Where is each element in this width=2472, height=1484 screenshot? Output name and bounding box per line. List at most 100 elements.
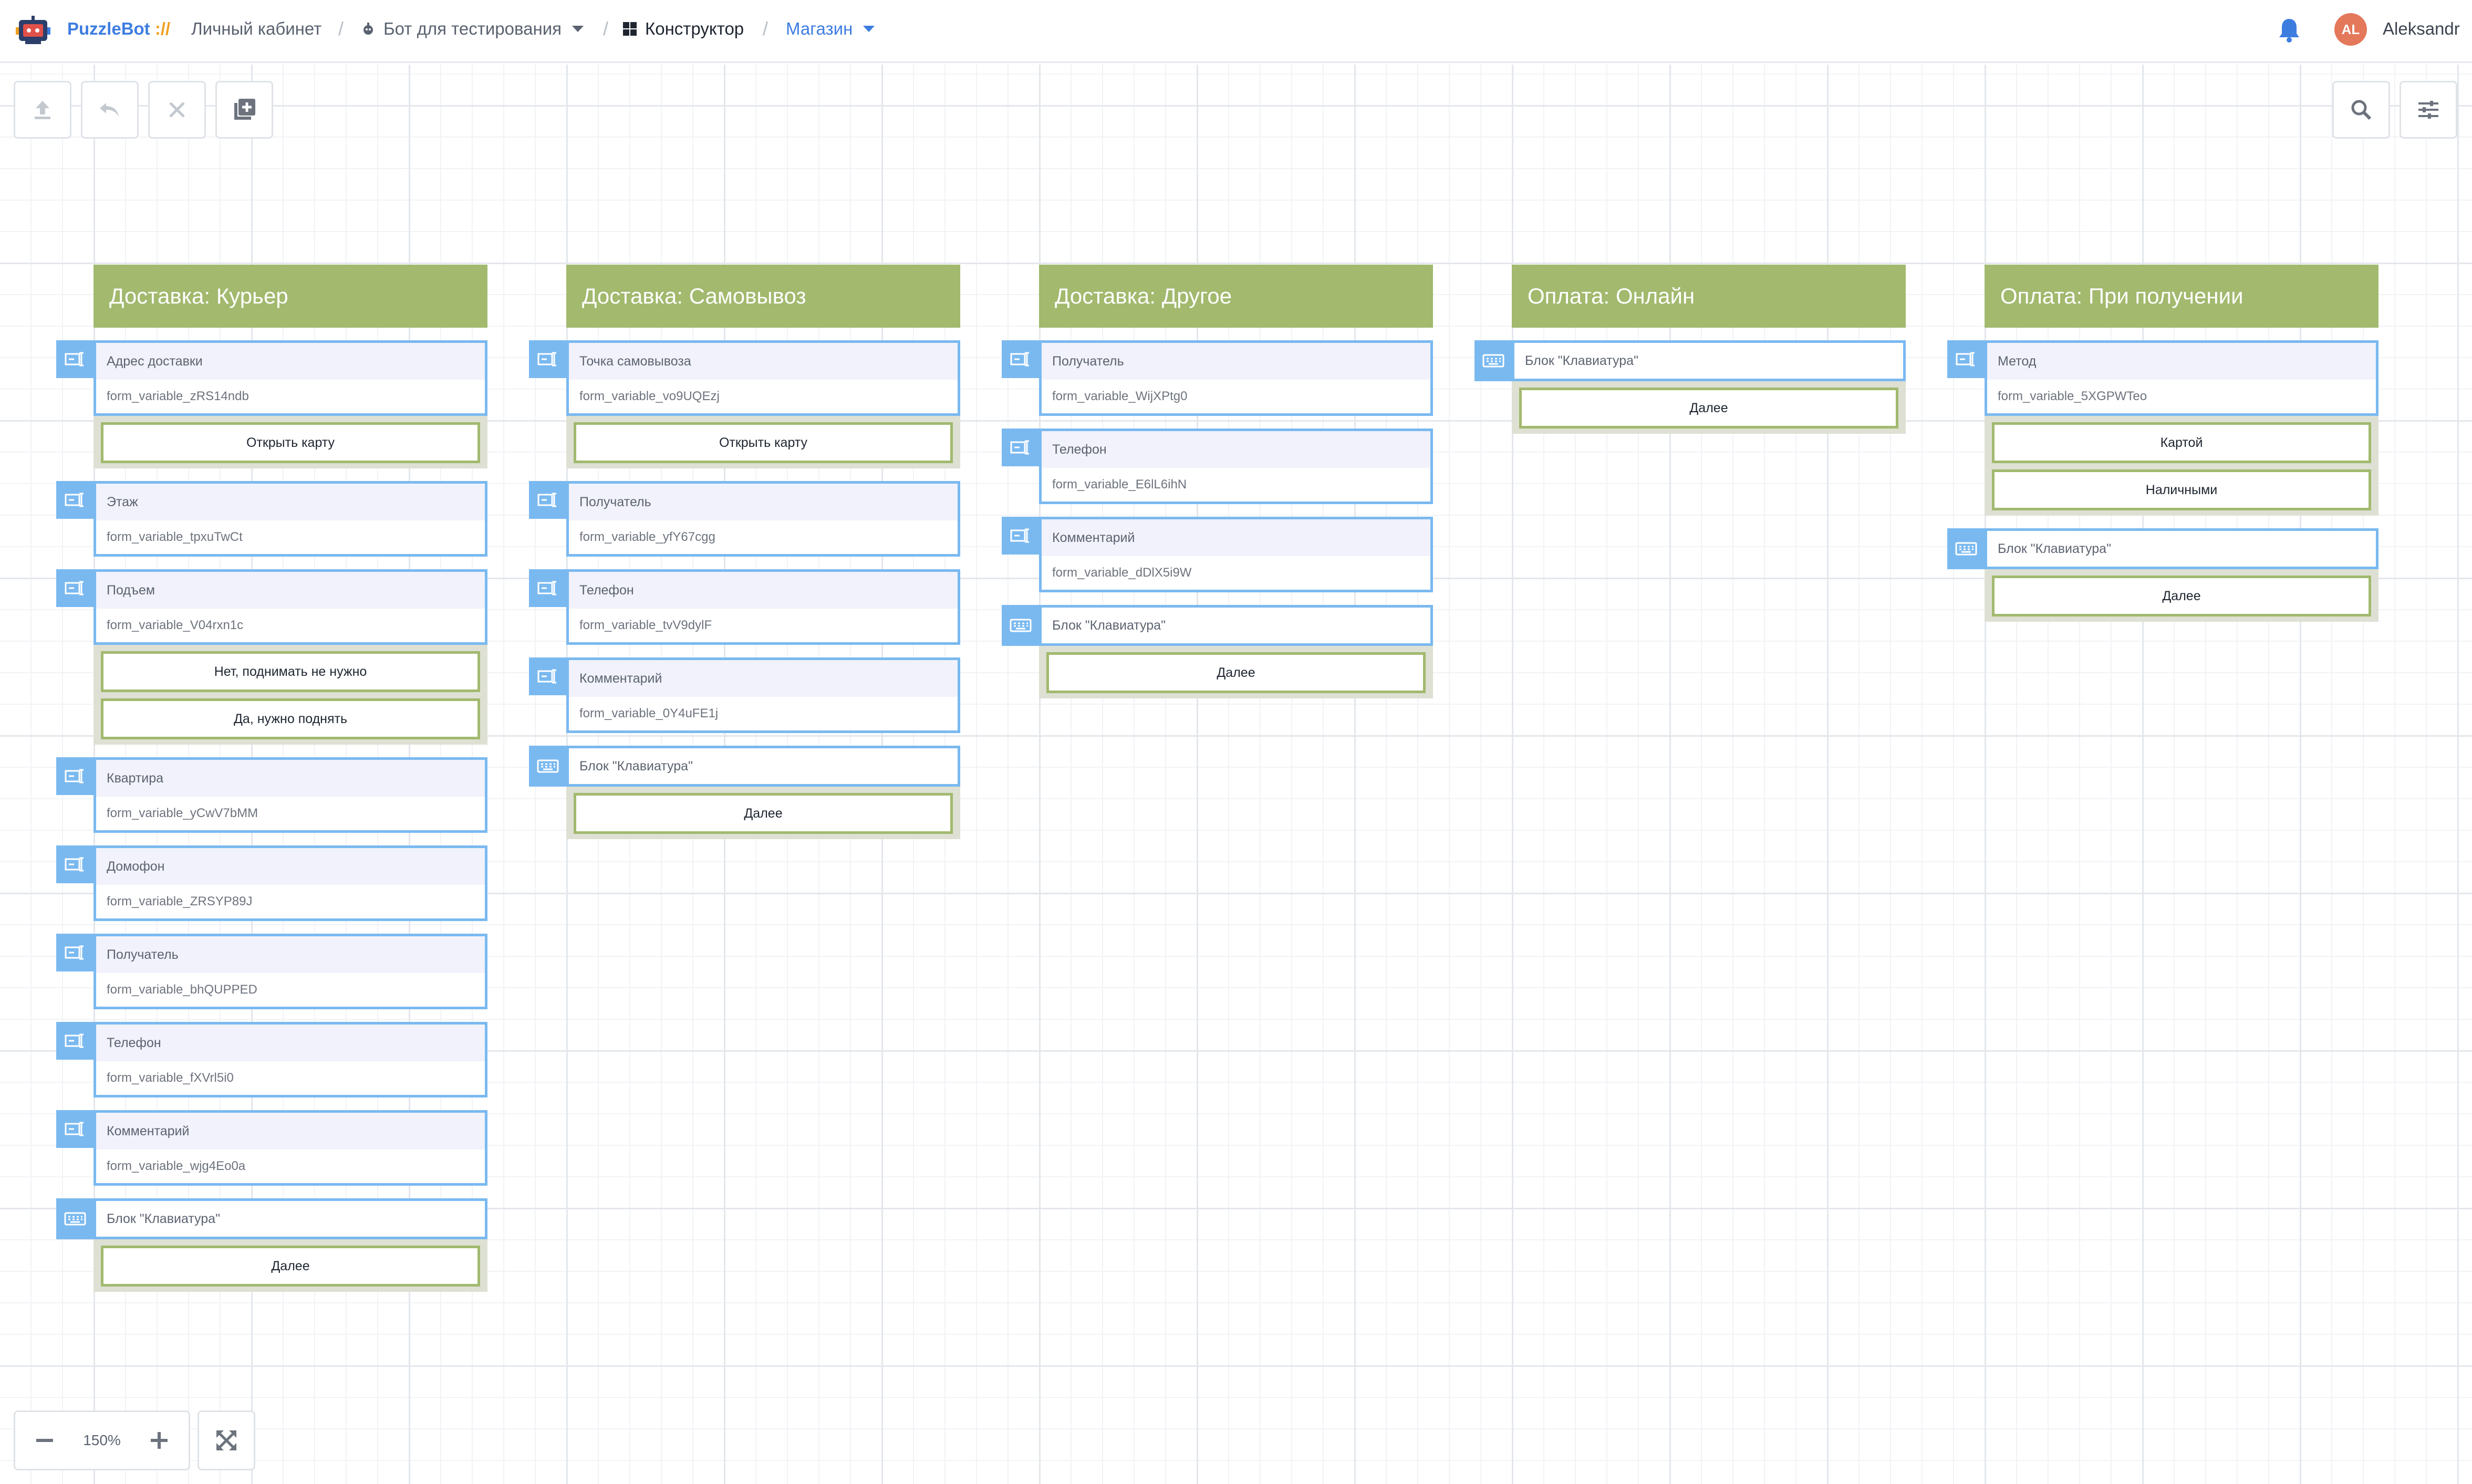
keyboard-block[interactable]: Блок "Клавиатура": [56, 1198, 487, 1239]
settings-button[interactable]: [2400, 81, 2457, 139]
fit-to-screen-button[interactable]: [198, 1410, 255, 1470]
field-variable: form_variable_yfY67cgg: [579, 530, 715, 544]
brand-separator: ://: [154, 19, 171, 38]
keyboard-icon[interactable]: [1474, 340, 1512, 381]
breadcrumb-constructor[interactable]: Конструктор: [622, 19, 744, 39]
form-field-block[interactable]: Домофон form_variable_ZRSYP89J: [56, 845, 487, 921]
user-name[interactable]: Aleksandr: [2383, 19, 2460, 39]
keyboard-block-label: Блок "Клавиатура": [1525, 353, 1638, 368]
form-field-icon[interactable]: [1002, 517, 1040, 555]
upload-icon: [35, 101, 50, 119]
inline-button[interactable]: Далее: [1992, 576, 2371, 616]
search-button[interactable]: [2332, 81, 2390, 139]
form-field-icon[interactable]: [56, 1110, 94, 1148]
form-field-icon[interactable]: [1947, 340, 1985, 378]
form-field-block[interactable]: Комментарий form_variable_0Y4uFE1j: [529, 657, 960, 733]
inline-button[interactable]: Да, нужно поднять: [101, 698, 480, 739]
keyboard-icon[interactable]: [56, 1198, 94, 1239]
form-field-icon[interactable]: [1002, 429, 1040, 466]
form-field-block[interactable]: Комментарий form_variable_dDlX5i9W: [1002, 517, 1433, 592]
scenario-column-pickup[interactable]: Доставка: Самовывоз Точка самовывоза for…: [529, 265, 960, 852]
form-field-icon[interactable]: [56, 757, 94, 795]
field-variable: form_variable_yCwV7bMM: [107, 806, 258, 820]
form-field-icon[interactable]: [56, 569, 94, 607]
form-field-block[interactable]: Получатель form_variable_bhQUPPED: [56, 934, 487, 1009]
form-field-icon[interactable]: [56, 1022, 94, 1060]
inline-button[interactable]: Далее: [1519, 388, 1898, 429]
form-field-block[interactable]: Этаж form_variable_tpxuTwCt: [56, 481, 487, 557]
top-navbar: PuzzleBot :// Личный кабинет / Бот для т…: [0, 0, 2472, 63]
breadcrumb-bot-selector[interactable]: Бот для тестирования: [360, 19, 584, 39]
form-field-icon[interactable]: [529, 340, 567, 378]
form-field-icon[interactable]: [529, 657, 567, 695]
form-field-block[interactable]: Получатель form_variable_yfY67cgg: [529, 481, 960, 557]
inline-button[interactable]: Наличными: [1992, 469, 2371, 510]
breadcrumb-personal-account[interactable]: Личный кабинет: [191, 19, 321, 39]
field-label: Получатель: [1042, 343, 1430, 380]
brand-name[interactable]: PuzzleBot ://: [67, 19, 170, 39]
inline-button[interactable]: Далее: [1046, 652, 1426, 693]
keyboard-block[interactable]: Блок "Клавиатура": [1947, 528, 2378, 569]
keyboard-icon[interactable]: [1002, 605, 1040, 646]
puzzlebot-logo-icon[interactable]: [16, 15, 50, 46]
field-label: Точка самовывоза: [569, 343, 958, 380]
keyboard-block-label: Блок "Клавиатура": [1998, 541, 2111, 556]
form-field-block[interactable]: Получатель form_variable_WijXPtg0: [1002, 340, 1433, 416]
zoom-in-button[interactable]: [130, 1412, 189, 1469]
button-group: Нет, поднимать не нужно Да, нужно поднят…: [94, 645, 487, 745]
user-avatar[interactable]: AL: [2334, 13, 2367, 46]
column-title[interactable]: Оплата: При получении: [1985, 265, 2378, 328]
form-field-block[interactable]: Телефон form_variable_tvV9dylF: [529, 569, 960, 645]
form-field-block[interactable]: Квартира form_variable_yCwV7bMM: [56, 757, 487, 833]
plus-icon: [151, 1432, 168, 1449]
field-variable: form_variable_E6lL6ihN: [1052, 477, 1187, 492]
keyboard-icon[interactable]: [529, 746, 567, 787]
keyboard-block[interactable]: Блок "Клавиатура": [1474, 340, 1906, 381]
field-variable: form_variable_dDlX5i9W: [1052, 566, 1192, 580]
scenario-column-online-payment[interactable]: Оплата: Онлайн Блок "Клавиатура" Далее: [1474, 265, 1906, 446]
column-title[interactable]: Оплата: Онлайн: [1512, 265, 1906, 328]
inline-button[interactable]: Открыть карту: [101, 422, 480, 463]
form-field-icon[interactable]: [56, 845, 94, 883]
inline-button[interactable]: Далее: [574, 793, 953, 834]
column-title[interactable]: Доставка: Курьер: [94, 265, 487, 328]
keyboard-block[interactable]: Блок "Клавиатура": [1002, 605, 1433, 646]
notification-bell-icon[interactable]: [2278, 17, 2301, 43]
form-field-icon[interactable]: [1002, 340, 1040, 378]
form-field-block[interactable]: Телефон form_variable_fXVrl5i0: [56, 1022, 487, 1098]
undo-button[interactable]: [81, 81, 139, 139]
inline-button[interactable]: Открыть карту: [574, 422, 953, 463]
column-title[interactable]: Доставка: Другое: [1039, 265, 1433, 328]
form-field-icon[interactable]: [56, 340, 94, 378]
scenario-column-courier[interactable]: Доставка: Курьер Адрес доставки form_var…: [56, 265, 487, 1304]
close-icon: [169, 102, 185, 118]
form-field-icon[interactable]: [56, 481, 94, 519]
field-variable: form_variable_V04rxn1c: [107, 618, 244, 632]
inline-button[interactable]: Далее: [101, 1246, 480, 1287]
inline-button[interactable]: Картой: [1992, 422, 2371, 463]
column-title[interactable]: Доставка: Самовывоз: [566, 265, 960, 328]
inline-button[interactable]: Нет, поднимать не нужно: [101, 651, 480, 692]
scenario-column-payment-on-delivery[interactable]: Оплата: При получении Метод form_variabl…: [1947, 265, 2378, 634]
form-field-block[interactable]: Подъем form_variable_V04rxn1c: [56, 569, 487, 645]
form-field-icon[interactable]: [529, 481, 567, 519]
form-field-block[interactable]: Адрес доставки form_variable_zRS14ndb: [56, 340, 487, 416]
field-variable: form_variable_5XGPWTeo: [1998, 389, 2147, 403]
add-block-button[interactable]: [215, 81, 273, 139]
form-field-icon[interactable]: [529, 569, 567, 607]
breadcrumb-label: Конструктор: [645, 19, 744, 38]
form-field-block[interactable]: Телефон form_variable_E6lL6ihN: [1002, 429, 1433, 504]
form-field-block[interactable]: Комментарий form_variable_wjg4Eo0a: [56, 1110, 487, 1186]
zoom-out-button[interactable]: [15, 1412, 74, 1469]
scenario-column-other-delivery[interactable]: Доставка: Другое Получатель form_variabl…: [1002, 265, 1433, 711]
upload-button[interactable]: [14, 81, 71, 139]
form-field-block[interactable]: Метод form_variable_5XGPWTeo: [1947, 340, 2378, 416]
keyboard-block-label: Блок "Клавиатура": [107, 1211, 220, 1226]
keyboard-icon[interactable]: [1947, 528, 1985, 569]
form-field-block[interactable]: Точка самовывоза form_variable_vo9UQEzj: [529, 340, 960, 416]
form-field-icon[interactable]: [56, 934, 94, 971]
breadcrumb-scenario-selector[interactable]: Магазин: [786, 19, 875, 39]
keyboard-block[interactable]: Блок "Клавиатура": [529, 746, 960, 787]
field-variable: form_variable_fXVrl5i0: [107, 1071, 234, 1085]
delete-button[interactable]: [148, 81, 206, 139]
